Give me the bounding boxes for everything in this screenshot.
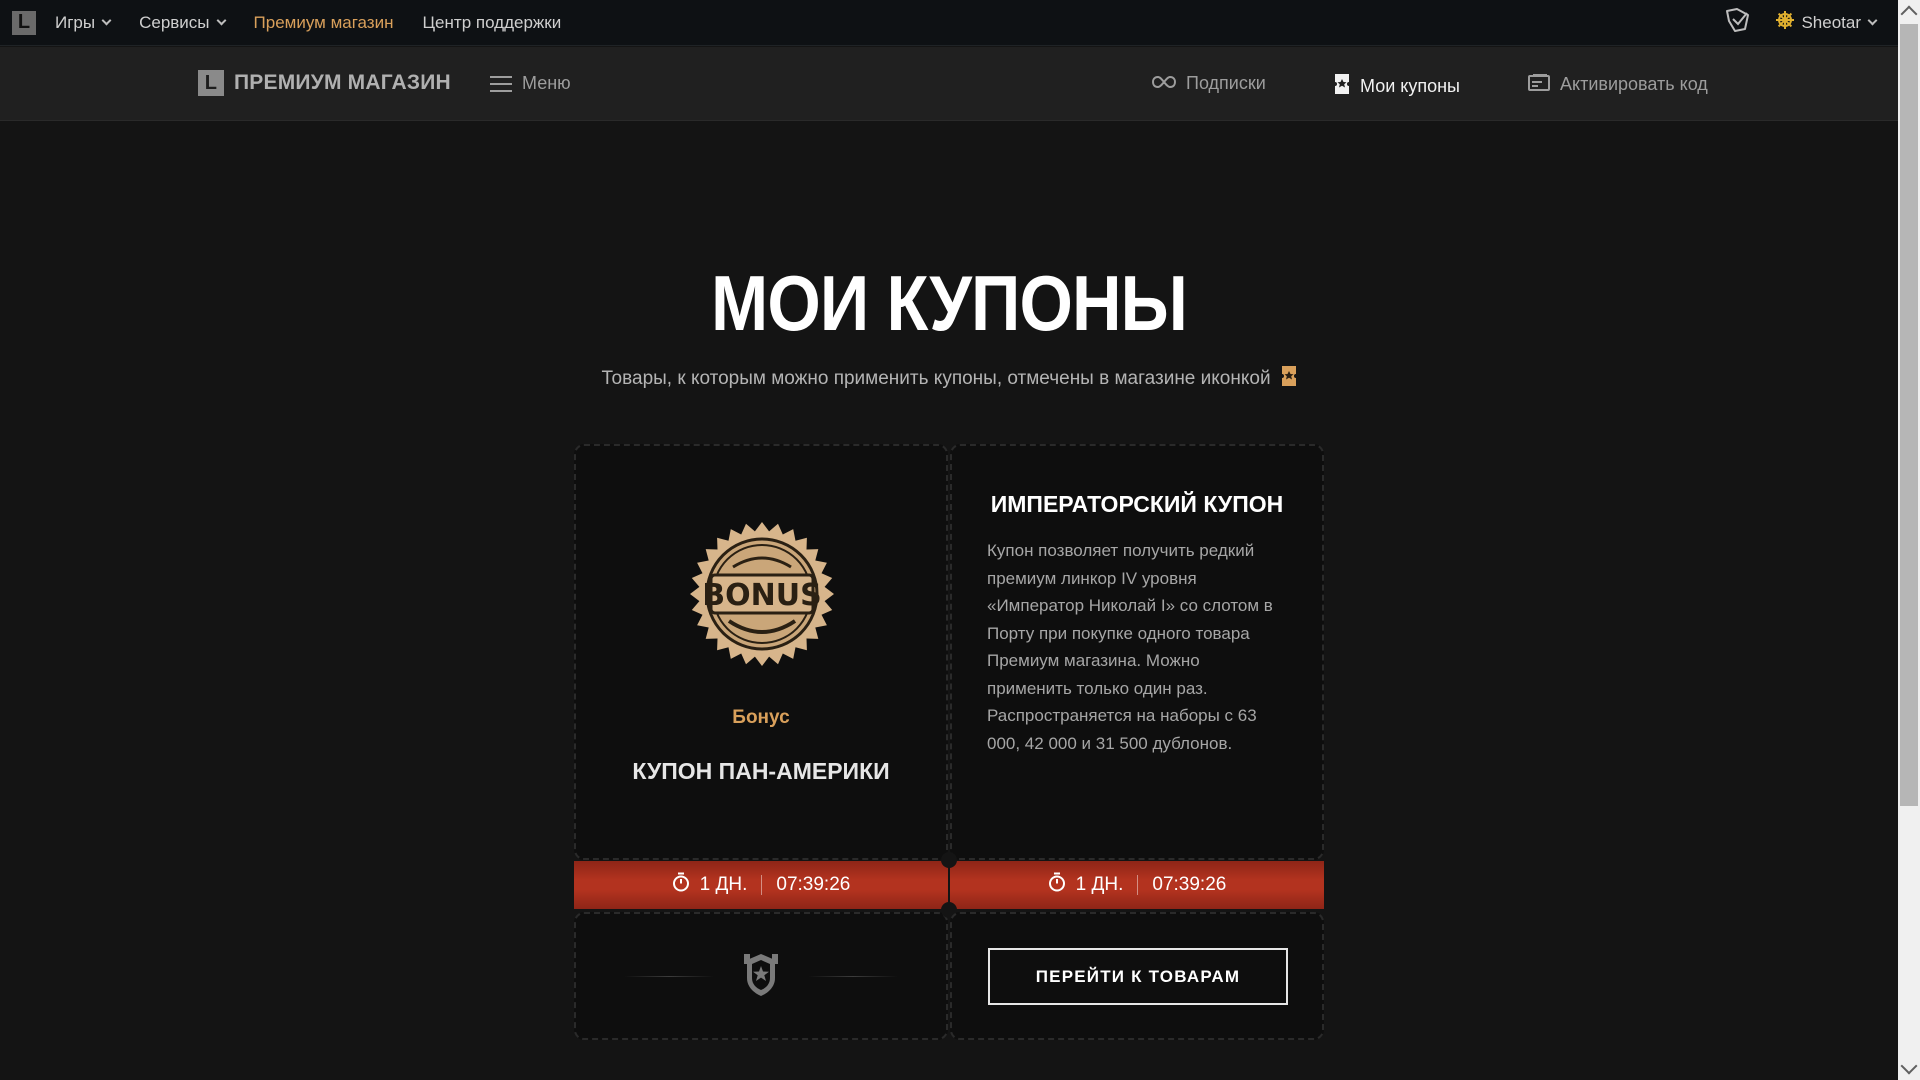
chevron-down-icon (216, 15, 226, 26)
nav-my-coupons-label: Мои купоны (1360, 76, 1460, 96)
username: Sheotar (1801, 12, 1861, 32)
go-to-products-button[interactable]: ПЕРЕЙТИ К ТОВАРАМ (988, 948, 1288, 1005)
shield-star-icon (743, 952, 779, 1003)
stopwatch-icon (672, 872, 690, 898)
menu-button[interactable]: Меню (490, 73, 571, 94)
coupon-timer: 1 ДН. 07:39:26 (950, 861, 1324, 909)
coupon-icon (1281, 365, 1297, 393)
divider-line (808, 976, 898, 977)
timer-divider (1137, 875, 1139, 895)
bonus-badge-text: BONUS (702, 578, 821, 613)
shop-brand-label: ПРЕМИУМ МАГАЗИН (234, 71, 451, 94)
shop-nav: L ПРЕМИУМ МАГАЗИН Меню Подписки Мои купо… (0, 47, 1898, 121)
nav-activate-code[interactable]: Активировать код (1528, 73, 1708, 96)
top-bar: L Игры Сервисы Премиум магазин Центр под… (0, 0, 1898, 46)
coupon-description: Купон позволяет получить редкий премиум … (987, 541, 1273, 753)
shop-brand[interactable]: L ПРЕМИУМ МАГАЗИН (198, 70, 451, 96)
coupon-title: ИМПЕРАТОРСКИЙ КУПОН (990, 491, 1284, 517)
nav-services[interactable]: Сервисы (139, 12, 226, 33)
card-icon (1528, 73, 1550, 96)
nav-subscriptions[interactable]: Подписки (1151, 73, 1266, 94)
nav-games-label: Игры (55, 12, 96, 32)
scrollbar-thumb[interactable] (1900, 24, 1918, 806)
chevron-down-icon (1867, 15, 1878, 26)
nav-support-label: Центр поддержки (422, 12, 562, 32)
nav-services-label: Сервисы (139, 12, 210, 32)
timer-days: 1 ДН. (1075, 874, 1124, 895)
timer-divider (761, 875, 763, 895)
coupon-title: КУПОН ПАН-АМЕРИКИ (632, 758, 890, 784)
top-nav: Игры Сервисы Премиум магазин Центр подде… (55, 13, 561, 33)
notifications-icon[interactable] (1723, 7, 1751, 38)
ticket-notch (941, 852, 957, 868)
chevron-down-icon (101, 15, 112, 26)
bonus-badge: BONUS (689, 521, 835, 672)
coupon-icon (1334, 73, 1350, 100)
ship-wheel-icon (1775, 10, 1795, 35)
nav-support[interactable]: Центр поддержки (422, 13, 561, 33)
timer-time: 07:39:26 (776, 874, 851, 895)
timer-time: 07:39:26 (1152, 874, 1227, 895)
nav-my-coupons[interactable]: Мои купоны (1334, 73, 1460, 100)
infinity-icon (1151, 73, 1177, 94)
nav-activate-code-label: Активировать код (1560, 74, 1708, 94)
user-menu[interactable]: Sheotar (1775, 10, 1878, 35)
page-subtitle: Товары, к которым можно применить купоны… (0, 365, 1898, 393)
coupon-timer: 1 ДН. 07:39:26 (574, 861, 948, 909)
page-subtitle-text: Товары, к которым можно применить купоны… (601, 368, 1271, 389)
timer-days: 1 ДН. (699, 874, 748, 895)
page-title: МОИ КУПОНЫ (711, 259, 1188, 347)
nav-premium-shop[interactable]: Премиум магазин (254, 13, 394, 33)
nav-subscriptions-label: Подписки (1186, 73, 1266, 93)
divider-line (624, 976, 714, 977)
coupon-category: Бонус (732, 707, 790, 728)
nav-premium-shop-label: Премиум магазин (253, 12, 394, 32)
lesta-logo[interactable]: L (12, 10, 36, 35)
shop-logo-icon: L (198, 70, 224, 96)
stopwatch-icon (1048, 872, 1066, 898)
nav-games[interactable]: Игры (55, 12, 112, 33)
menu-label: Меню (522, 73, 571, 93)
hamburger-icon (490, 75, 512, 92)
